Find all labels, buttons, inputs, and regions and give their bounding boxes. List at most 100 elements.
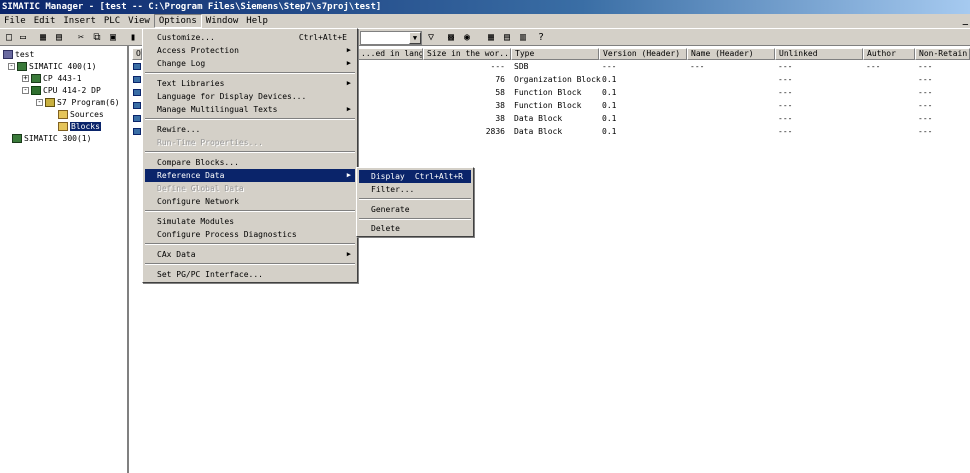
- block-icon: [133, 76, 141, 83]
- column-header-size[interactable]: Size in the wor...: [423, 48, 511, 60]
- submenu-arrow-icon: ▶: [346, 59, 351, 67]
- download-icon[interactable]: ▮: [126, 31, 140, 44]
- tree-node-cpu414[interactable]: - CPU 414-2 DP: [22, 85, 101, 96]
- filter-icon[interactable]: ▽: [424, 31, 438, 44]
- menu-item-reference-data[interactable]: Reference Data ▶: [145, 169, 355, 182]
- tree-node-s7program[interactable]: - S7 Program(6): [36, 97, 120, 108]
- project-tree: test - SIMATIC 400(1) + CP 443-1 - CPU 414-…: [0, 46, 129, 473]
- accessible-nodes-icon[interactable]: ▦: [36, 31, 50, 44]
- menu-item-define-global-data: Define Global Data: [157, 184, 244, 193]
- station-icon: [12, 134, 22, 143]
- menu-item-manage-multilingual[interactable]: Manage Multilingual Texts ▶: [145, 103, 355, 116]
- block-icon: [133, 63, 141, 70]
- menu-item-language-display[interactable]: Language for Display Devices...: [145, 90, 355, 103]
- menu-item-customize[interactable]: Customize... Ctrl+Alt+E: [145, 31, 355, 44]
- memory-card-icon[interactable]: ▤: [52, 31, 66, 44]
- column-header-unlinked[interactable]: Unlinked: [775, 48, 863, 60]
- tree-node-cp443[interactable]: + CP 443-1: [22, 73, 82, 84]
- column-header-type[interactable]: Type: [511, 48, 599, 60]
- menu-separator: [145, 151, 355, 153]
- column-header-name[interactable]: Name (Header): [687, 48, 775, 60]
- menu-separator: [145, 263, 355, 265]
- tree-node-blocks[interactable]: Blocks: [58, 121, 101, 132]
- submenu-arrow-icon: ▶: [346, 105, 351, 113]
- tree-node-simatic300[interactable]: SIMATIC 300(1): [12, 133, 91, 144]
- block-icon: [133, 115, 141, 122]
- filter-combo[interactable]: ▼: [360, 31, 422, 45]
- expand-icon[interactable]: +: [22, 75, 29, 82]
- station-icon: [17, 62, 27, 71]
- menu-item-cax-data[interactable]: CAx Data ▶: [145, 248, 355, 261]
- menu-item-set-pgpc-interface[interactable]: Set PG/PC Interface...: [145, 268, 355, 281]
- menu-item-runtime-properties: Run-Time Properties...: [157, 138, 263, 147]
- help-icon[interactable]: ?: [534, 31, 548, 44]
- menu-separator: [145, 118, 355, 120]
- column-header-object[interactable]: O: [132, 48, 142, 60]
- menu-item-simulate-modules[interactable]: Simulate Modules: [145, 215, 355, 228]
- cpu-icon: [31, 86, 41, 95]
- large-icons-icon[interactable]: ▦: [484, 31, 498, 44]
- menu-item-configure-process-diag[interactable]: Configure Process Diagnostics: [145, 228, 355, 241]
- paste-icon[interactable]: ▣: [106, 31, 120, 44]
- menu-bar: File Edit Insert PLC View Options Window Help _: [0, 14, 970, 28]
- menu-separator: [145, 243, 355, 245]
- details-view-icon[interactable]: ▥: [516, 31, 530, 44]
- open-icon[interactable]: ▭: [16, 31, 30, 44]
- column-header-language[interactable]: ...ed in lang...: [357, 48, 423, 60]
- copy-icon[interactable]: ⧉: [90, 31, 104, 44]
- menu-view[interactable]: View: [124, 14, 154, 28]
- list-view-icon[interactable]: ▤: [500, 31, 514, 44]
- block-icon: [133, 102, 141, 109]
- folder-icon: [58, 110, 68, 119]
- submenu-arrow-icon: ▶: [346, 250, 351, 258]
- menu-file[interactable]: File: [0, 14, 30, 28]
- collapse-icon[interactable]: -: [8, 63, 15, 70]
- column-header-version[interactable]: Version (Header): [599, 48, 687, 60]
- menu-edit[interactable]: Edit: [30, 14, 60, 28]
- submenu-arrow-icon: ▶: [346, 171, 351, 179]
- project-icon: [3, 50, 13, 59]
- folder-icon: [58, 122, 68, 131]
- menu-separator: [145, 72, 355, 74]
- menu-insert[interactable]: Insert: [59, 14, 100, 28]
- block-icon: [133, 128, 141, 135]
- collapse-icon[interactable]: -: [22, 87, 29, 94]
- collapse-icon[interactable]: -: [36, 99, 43, 106]
- column-header-non-retain[interactable]: Non-Retain: [915, 48, 970, 60]
- simulation-icon[interactable]: ◉: [460, 31, 474, 44]
- block-icon: [133, 89, 141, 96]
- menu-item-change-log[interactable]: Change Log ▶: [145, 57, 355, 70]
- menu-separator: [359, 218, 471, 220]
- menu-item-configure-network[interactable]: Configure Network: [145, 195, 355, 208]
- tree-node-simatic400[interactable]: - SIMATIC 400(1): [8, 61, 96, 72]
- network-icon[interactable]: ▩: [444, 31, 458, 44]
- menu-item-filter[interactable]: Filter...: [359, 183, 471, 196]
- window-title: SIMATIC Manager - [test -- C:\Program Fi…: [2, 2, 382, 12]
- menu-item-display[interactable]: Display Ctrl+Alt+R: [359, 170, 471, 183]
- cut-icon[interactable]: ✂: [74, 31, 88, 44]
- menu-help[interactable]: Help: [242, 14, 272, 28]
- chevron-down-icon[interactable]: ▼: [409, 32, 421, 44]
- menu-separator: [359, 198, 471, 200]
- new-icon[interactable]: □: [2, 31, 16, 44]
- module-icon: [31, 74, 41, 83]
- menu-item-generate[interactable]: Generate: [359, 203, 471, 216]
- menu-item-text-libraries[interactable]: Text Libraries ▶: [145, 77, 355, 90]
- menu-options[interactable]: Options: [153, 14, 202, 28]
- s7-program-icon: [45, 98, 55, 107]
- reference-data-submenu: Display Ctrl+Alt+R Filter... Generate Del…: [356, 167, 474, 237]
- menu-item-compare-blocks[interactable]: Compare Blocks...: [145, 156, 355, 169]
- mdi-restore-icon[interactable]: _: [963, 14, 968, 28]
- menu-plc[interactable]: PLC: [100, 14, 124, 28]
- column-header-author[interactable]: Author: [863, 48, 915, 60]
- tree-node-sources[interactable]: Sources: [58, 109, 104, 120]
- tree-root-test[interactable]: test: [3, 49, 34, 60]
- menu-separator: [145, 210, 355, 212]
- submenu-arrow-icon: ▶: [346, 79, 351, 87]
- menu-item-rewire[interactable]: Rewire...: [145, 123, 355, 136]
- menu-item-access-protection[interactable]: Access Protection ▶: [145, 44, 355, 57]
- menu-window[interactable]: Window: [202, 14, 243, 28]
- window-title-bar: SIMATIC Manager - [test -- C:\Program Fi…: [0, 0, 970, 14]
- options-menu: Customize... Ctrl+Alt+E Access Protection…: [142, 28, 358, 283]
- menu-item-delete[interactable]: Delete: [359, 222, 471, 235]
